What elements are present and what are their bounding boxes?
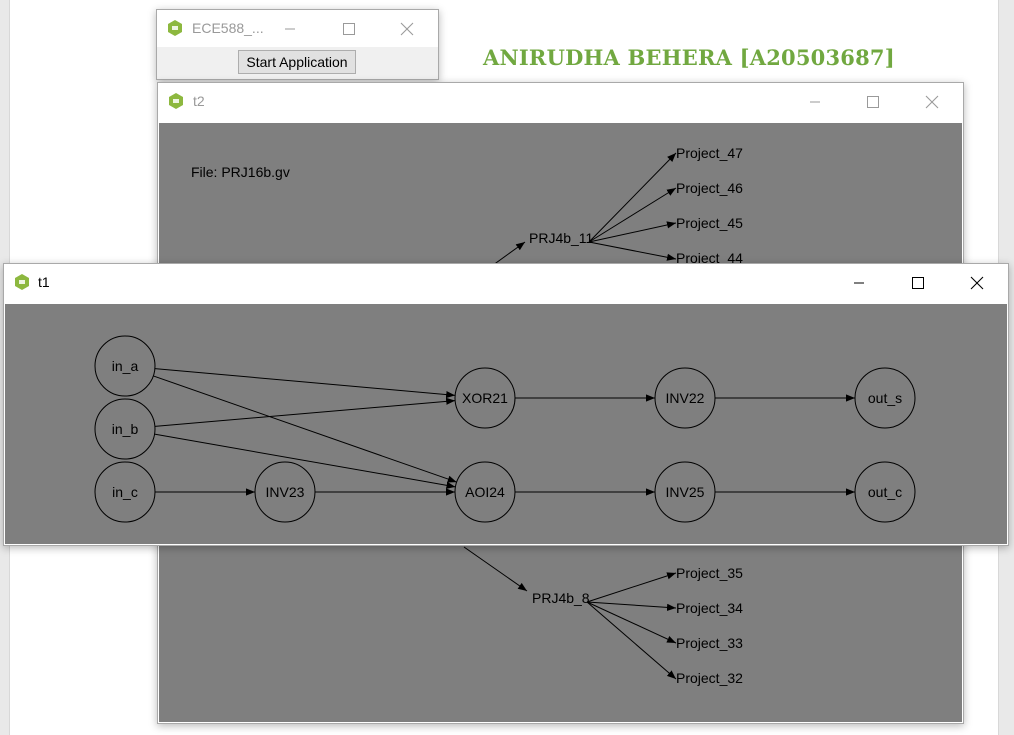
- node-label-inv25: INV25: [666, 484, 705, 500]
- maximize-icon: [343, 22, 355, 35]
- minimize-icon: [285, 28, 295, 29]
- node-label-in_c: in_c: [112, 484, 138, 500]
- t2-node-p35[interactable]: Project_35: [676, 565, 743, 581]
- node-label-in_a: in_a: [112, 358, 139, 374]
- t2-node-p32[interactable]: Project_32: [676, 670, 743, 686]
- t2-edge: [588, 221, 677, 243]
- t2-edge: [586, 572, 677, 603]
- minimize-icon: [854, 282, 864, 283]
- close-icon: [925, 95, 939, 108]
- close-button[interactable]: [909, 83, 955, 120]
- app-icon: [168, 20, 182, 36]
- t2-window-title: t2: [193, 93, 205, 109]
- node-label-inv22: INV22: [666, 390, 705, 406]
- t2-node-prj4b_8[interactable]: PRJ4b_8: [532, 590, 590, 606]
- main-window: ECE588_... Start Application: [156, 9, 439, 80]
- minimize-icon: [810, 101, 820, 102]
- maximize-icon: [912, 276, 924, 289]
- app-icon: [169, 93, 183, 109]
- close-icon: [970, 276, 984, 289]
- t1-window: t1 in_a in_b in_c XOR21 AOI24 INV23 INV22 INV25…: [3, 263, 1009, 546]
- main-window-titlebar[interactable]: ECE588_...: [157, 10, 438, 47]
- maximize-button[interactable]: [895, 264, 941, 301]
- file-label: File: PRJ16b.gv: [191, 164, 290, 180]
- minimize-button[interactable]: [836, 264, 882, 301]
- app-icon: [15, 274, 29, 290]
- t2-edge: [588, 152, 677, 243]
- t2-node-prj4b_11[interactable]: PRJ4b_11: [529, 230, 594, 246]
- edge-in_b-aoi24: [154, 433, 456, 489]
- node-label-aoi24: AOI24: [465, 484, 505, 500]
- t2-edge: [586, 601, 677, 611]
- t1-graph-canvas[interactable]: in_a in_b in_c XOR21 AOI24 INV23 INV22 INV25 out…: [4, 303, 1008, 545]
- t1-graph: in_a in_b in_c XOR21 AOI24 INV23 INV22 INV25 out…: [94, 335, 916, 523]
- maximize-icon: [867, 95, 879, 108]
- t2-edge: [586, 601, 677, 644]
- main-window-title: ECE588_...: [192, 20, 264, 36]
- node-label-out_c: out_c: [868, 484, 902, 500]
- t2-edge: [463, 546, 528, 592]
- t1-window-title: t1: [38, 274, 50, 290]
- edge-in_a-xor21: [154, 368, 456, 399]
- node-label-xor21: XOR21: [462, 390, 508, 406]
- main-window-body: Start Application: [157, 47, 438, 79]
- edge-in_b-xor21: [154, 397, 456, 427]
- node-label-out_s: out_s: [868, 390, 902, 406]
- t2-node-p34[interactable]: Project_34: [676, 600, 743, 616]
- minimize-button[interactable]: [267, 10, 313, 47]
- t1-window-titlebar[interactable]: t1: [4, 264, 1008, 301]
- t2-node-p45[interactable]: Project_45: [676, 215, 743, 231]
- close-button[interactable]: [954, 264, 1000, 301]
- maximize-button[interactable]: [850, 83, 896, 120]
- close-icon: [400, 22, 414, 35]
- close-button[interactable]: [384, 10, 430, 47]
- t2-node-p47[interactable]: Project_47: [676, 145, 743, 161]
- minimize-button[interactable]: [792, 83, 838, 120]
- node-label-inv23: INV23: [266, 484, 305, 500]
- start-application-button[interactable]: Start Application: [238, 50, 356, 74]
- node-label-in_b: in_b: [112, 421, 139, 437]
- t2-edge: [588, 187, 677, 243]
- maximize-button[interactable]: [326, 10, 372, 47]
- t2-edge: [586, 601, 677, 680]
- author-heading: ANIRUDHA BEHERA [A20503687]: [483, 45, 895, 70]
- t2-edge: [588, 241, 677, 261]
- t2-node-p33[interactable]: Project_33: [676, 635, 743, 651]
- t2-node-p46[interactable]: Project_46: [676, 180, 743, 196]
- t2-window-titlebar[interactable]: t2: [158, 83, 963, 120]
